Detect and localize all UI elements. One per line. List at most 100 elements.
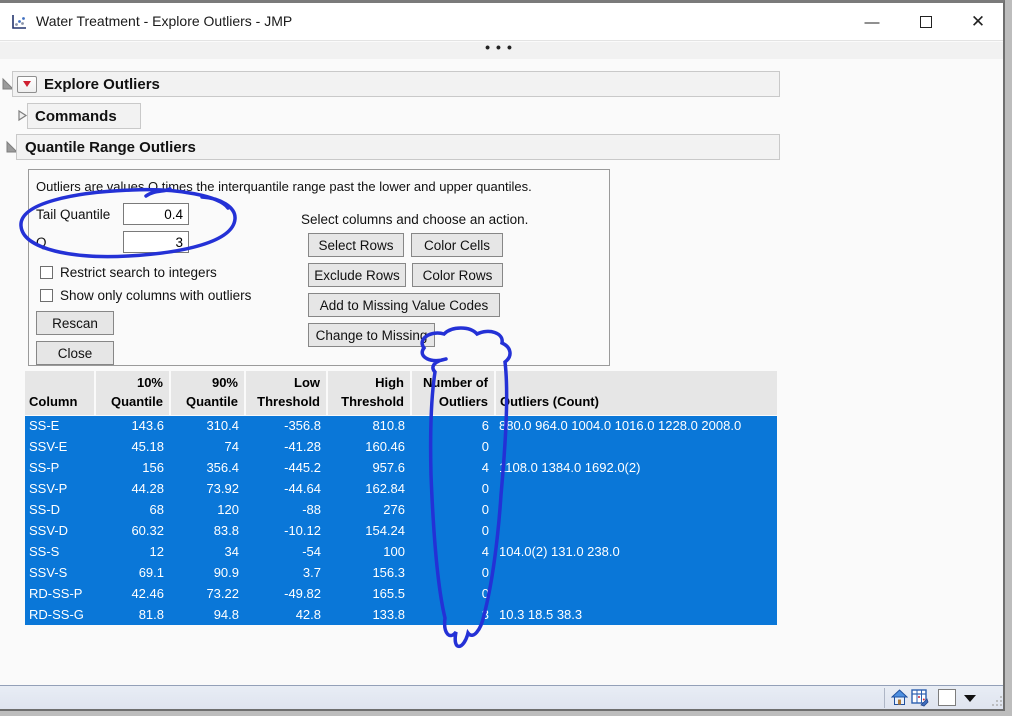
cell-outliers-list[interactable] <box>495 583 777 604</box>
table-row[interactable]: SS-P 156 356.4 -445.2 957.6 4 1108.0 138… <box>25 457 777 478</box>
column-header-low-threshold[interactable]: LowThreshold <box>245 371 327 415</box>
quantile-range-outliers-header[interactable]: Quantile Range Outliers <box>16 134 780 160</box>
color-cells-button[interactable]: Color Cells <box>411 233 503 257</box>
exclude-rows-button[interactable]: Exclude Rows <box>308 263 406 287</box>
table-row[interactable]: RD-SS-P 42.46 73.22 -49.82 165.5 0 <box>25 583 777 604</box>
cell-q10[interactable]: 143.6 <box>95 415 170 436</box>
cell-low-threshold[interactable]: -356.8 <box>245 415 327 436</box>
close-button[interactable]: Close <box>36 341 114 365</box>
cell-column[interactable]: SSV-E <box>25 436 95 457</box>
cell-q10[interactable]: 81.8 <box>95 604 170 625</box>
cell-q10[interactable]: 42.46 <box>95 583 170 604</box>
cell-q90[interactable]: 73.22 <box>170 583 245 604</box>
cell-q10[interactable]: 12 <box>95 541 170 562</box>
cell-number-of-outliers[interactable]: 6 <box>411 415 495 436</box>
cell-number-of-outliers[interactable]: 0 <box>411 436 495 457</box>
maximize-button[interactable] <box>903 3 949 41</box>
table-row[interactable]: SSV-S 69.1 90.9 3.7 156.3 0 <box>25 562 777 583</box>
cell-high-threshold[interactable]: 156.3 <box>327 562 411 583</box>
red-triangle-menu-button[interactable] <box>17 76 37 93</box>
cell-outliers-list[interactable]: 880.0 964.0 1004.0 1016.0 1228.0 2008.0 <box>495 415 777 436</box>
color-rows-button[interactable]: Color Rows <box>412 263 503 287</box>
cell-low-threshold[interactable]: -44.64 <box>245 478 327 499</box>
cell-high-threshold[interactable]: 162.84 <box>327 478 411 499</box>
column-header-q90[interactable]: 90%Quantile <box>170 371 245 415</box>
cell-q10[interactable]: 156 <box>95 457 170 478</box>
cell-high-threshold[interactable]: 276 <box>327 499 411 520</box>
cell-low-threshold[interactable]: 42.8 <box>245 604 327 625</box>
cell-outliers-list[interactable]: 10.3 18.5 38.3 <box>495 604 777 625</box>
cell-number-of-outliers[interactable]: 0 <box>411 562 495 583</box>
column-header-high-threshold[interactable]: HighThreshold <box>327 371 411 415</box>
cell-column[interactable]: RD-SS-G <box>25 604 95 625</box>
cell-q90[interactable]: 34 <box>170 541 245 562</box>
cell-low-threshold[interactable]: -49.82 <box>245 583 327 604</box>
close-window-button[interactable]: ✕ <box>955 3 1001 41</box>
rescan-button[interactable]: Rescan <box>36 311 114 335</box>
cell-column[interactable]: SSV-S <box>25 562 95 583</box>
cell-q90[interactable]: 120 <box>170 499 245 520</box>
cell-q10[interactable]: 69.1 <box>95 562 170 583</box>
home-icon[interactable] <box>891 689 908 706</box>
cell-number-of-outliers[interactable]: 0 <box>411 520 495 541</box>
dropdown-triangle-icon[interactable] <box>964 695 976 702</box>
cell-number-of-outliers[interactable]: 0 <box>411 583 495 604</box>
cell-column[interactable]: SS-P <box>25 457 95 478</box>
cell-q10[interactable]: 60.32 <box>95 520 170 541</box>
column-header-q10[interactable]: 10%Quantile <box>95 371 170 415</box>
cell-q10[interactable]: 45.18 <box>95 436 170 457</box>
table-row[interactable]: SSV-E 45.18 74 -41.28 160.46 0 <box>25 436 777 457</box>
resize-grip[interactable] <box>990 694 1004 708</box>
minimize-button[interactable]: — <box>849 3 895 41</box>
cell-low-threshold[interactable]: -54 <box>245 541 327 562</box>
cell-q90[interactable]: 94.8 <box>170 604 245 625</box>
cell-high-threshold[interactable]: 100 <box>327 541 411 562</box>
cell-outliers-list[interactable] <box>495 520 777 541</box>
cell-q90[interactable]: 74 <box>170 436 245 457</box>
table-row[interactable]: SS-S 12 34 -54 100 4 104.0(2) 131.0 238.… <box>25 541 777 562</box>
cell-high-threshold[interactable]: 154.24 <box>327 520 411 541</box>
cell-outliers-list[interactable]: 1108.0 1384.0 1692.0(2) <box>495 457 777 478</box>
column-header-outliers-count[interactable]: Outliers (Count) <box>495 371 777 415</box>
select-rows-button[interactable]: Select Rows <box>308 233 404 257</box>
cell-high-threshold[interactable]: 810.8 <box>327 415 411 436</box>
menu-dots-handle[interactable]: ••• <box>485 39 518 55</box>
restrict-integers-checkbox[interactable] <box>40 266 53 279</box>
cell-column[interactable]: SS-E <box>25 415 95 436</box>
cell-low-threshold[interactable]: 3.7 <box>245 562 327 583</box>
cell-number-of-outliers[interactable]: 0 <box>411 499 495 520</box>
color-swatch-box[interactable] <box>938 689 956 706</box>
cell-q10[interactable]: 68 <box>95 499 170 520</box>
cell-column[interactable]: SS-D <box>25 499 95 520</box>
show-only-outliers-checkbox[interactable] <box>40 289 53 302</box>
cell-number-of-outliers[interactable]: 4 <box>411 541 495 562</box>
cell-column[interactable]: SSV-P <box>25 478 95 499</box>
cell-q90[interactable]: 83.8 <box>170 520 245 541</box>
cell-number-of-outliers[interactable]: 3 <box>411 604 495 625</box>
change-to-missing-button[interactable]: Change to Missing <box>308 323 435 347</box>
table-row[interactable]: RD-SS-G 81.8 94.8 42.8 133.8 3 10.3 18.5… <box>25 604 777 625</box>
cell-outliers-list[interactable] <box>495 436 777 457</box>
cell-q90[interactable]: 90.9 <box>170 562 245 583</box>
table-row[interactable]: SS-E 143.6 310.4 -356.8 810.8 6 880.0 96… <box>25 415 777 436</box>
table-row[interactable]: SSV-D 60.32 83.8 -10.12 154.24 0 <box>25 520 777 541</box>
cell-q90[interactable]: 310.4 <box>170 415 245 436</box>
cell-low-threshold[interactable]: -41.28 <box>245 436 327 457</box>
cell-outliers-list[interactable]: 104.0(2) 131.0 238.0 <box>495 541 777 562</box>
column-header-number-of-outliers[interactable]: Number ofOutliers <box>411 371 495 415</box>
cell-number-of-outliers[interactable]: 4 <box>411 457 495 478</box>
table-row[interactable]: SS-D 68 120 -88 276 0 <box>25 499 777 520</box>
q-input[interactable] <box>123 231 189 253</box>
data-table-edit-icon[interactable] <box>911 689 929 707</box>
cell-outliers-list[interactable] <box>495 499 777 520</box>
add-to-missing-value-codes-button[interactable]: Add to Missing Value Codes <box>308 293 500 317</box>
cell-low-threshold[interactable]: -88 <box>245 499 327 520</box>
explore-outliers-header[interactable]: Explore Outliers <box>12 71 780 97</box>
cell-high-threshold[interactable]: 165.5 <box>327 583 411 604</box>
cell-outliers-list[interactable] <box>495 478 777 499</box>
cell-column[interactable]: SS-S <box>25 541 95 562</box>
table-row[interactable]: SSV-P 44.28 73.92 -44.64 162.84 0 <box>25 478 777 499</box>
cell-low-threshold[interactable]: -10.12 <box>245 520 327 541</box>
cell-q90[interactable]: 73.92 <box>170 478 245 499</box>
column-header-column[interactable]: Column <box>25 371 95 415</box>
